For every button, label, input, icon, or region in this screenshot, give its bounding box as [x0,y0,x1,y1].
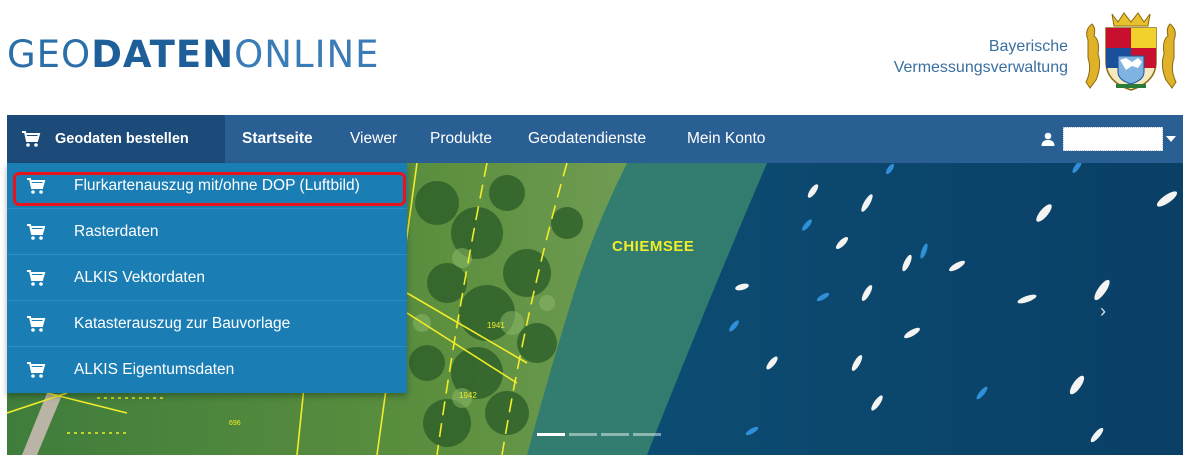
dropdown-item-rasterdaten[interactable]: Rasterdaten [7,209,407,255]
agency-line-2: Vermessungsverwaltung [893,59,1068,76]
dropdown-item-label: ALKIS Vektordaten [74,268,205,286]
shopping-cart-icon [27,270,46,286]
dropdown-item-label: Rasterdaten [74,222,159,240]
shopping-cart-icon [22,131,41,147]
highlight-outline [13,172,406,206]
chevron-down-icon [1166,136,1176,142]
shopping-cart-icon [27,362,46,378]
user-icon [1041,132,1055,146]
map-label-chiemsee: CHIEMSEE [612,238,695,255]
dropdown-item-katasterauszug[interactable]: Katasterauszug zur Bauvorlage [7,301,407,347]
chevron-right-icon[interactable]: › [1100,301,1106,322]
parcel-number: 1942 [459,391,477,400]
geodaten-bestellen-dropdown: Flurkartenauszug mit/ohne DOP (Luftbild)… [7,163,407,393]
logo-text-geo: GEO [7,33,92,76]
user-menu[interactable] [1041,127,1176,151]
logo-text-daten: DATEN [91,33,235,76]
agency-line-1: Bayerische [988,38,1068,55]
main-navigation: Geodaten bestellen Startseite Viewer Pro… [7,115,1183,163]
carousel-indicator[interactable] [537,433,565,436]
dropdown-item-alkis-eigentumsdaten[interactable]: ALKIS Eigentumsdaten [7,347,407,393]
carousel-indicator[interactable] [601,433,629,436]
geodaten-bestellen-menu[interactable]: Geodaten bestellen [7,115,225,163]
carousel-indicator[interactable] [569,433,597,436]
parcel-number: 696 [229,420,241,427]
nav-viewer[interactable]: Viewer [350,115,397,163]
parcel-number: 1941 [487,321,505,330]
bavarian-coat-of-arms-icon[interactable] [1082,10,1180,92]
geodaten-bestellen-label: Geodaten bestellen [55,131,189,147]
carousel-indicators [537,433,661,436]
logo-text-online: ONLINE [234,33,380,76]
shopping-cart-icon [27,224,46,240]
dropdown-item-alkis-vektordaten[interactable]: ALKIS Vektordaten [7,255,407,301]
shopping-cart-icon [27,316,46,332]
dropdown-item-label: Katasterauszug zur Bauvorlage [74,314,291,332]
page-header: GEODATENONLINE Bayerische Vermessungsver… [0,0,1190,115]
dropdown-item-flurkartenauszug[interactable]: Flurkartenauszug mit/ohne DOP (Luftbild) [7,163,407,209]
nav-produkte[interactable]: Produkte [430,115,492,163]
nav-startseite[interactable]: Startseite [242,115,313,163]
username-field [1063,127,1163,151]
carousel-indicator[interactable] [633,433,661,436]
agency-name[interactable]: Bayerische Vermessungsverwaltung [894,36,1068,78]
geodaten-online-logo[interactable]: GEODATENONLINE [7,36,380,73]
dropdown-item-label: ALKIS Eigentumsdaten [74,361,235,378]
nav-mein-konto[interactable]: Mein Konto [687,115,765,163]
nav-geodatendienste[interactable]: Geodatendienste [528,115,646,163]
